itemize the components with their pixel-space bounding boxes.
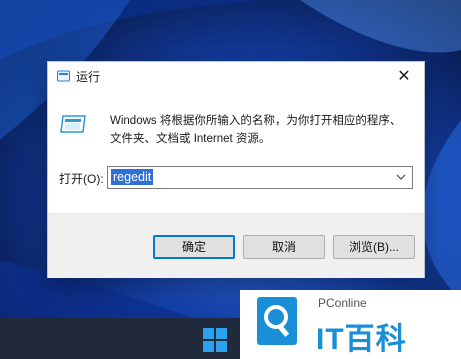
description-line-1: Windows 将根据你所输入的名称，为你打开相应的程序、 xyxy=(110,115,402,127)
windows-logo-icon[interactable] xyxy=(203,328,227,352)
run-dialog: 运行 ✕ Windows 将根据你所输入的名称，为你打开相应的程序、 文件夹、文… xyxy=(47,61,425,278)
open-label: 打开(O): xyxy=(59,172,104,186)
magnifier-logo-icon xyxy=(257,297,297,345)
watermark-title: IT百科 xyxy=(316,323,407,356)
dialog-footer: 确定 取消 浏览(B)... xyxy=(48,213,424,278)
run-icon xyxy=(60,115,86,133)
watermark-brand: PConline xyxy=(318,296,367,310)
ok-button[interactable]: 确定 xyxy=(153,235,235,259)
dialog-titlebar: 运行 ✕ xyxy=(48,62,424,90)
open-combobox[interactable]: regedit xyxy=(107,166,413,189)
chevron-down-icon[interactable] xyxy=(394,170,408,184)
browse-button[interactable]: 浏览(B)... xyxy=(333,235,415,259)
cancel-button[interactable]: 取消 xyxy=(243,235,325,259)
run-icon xyxy=(57,70,70,82)
close-icon[interactable]: ✕ xyxy=(386,62,422,90)
dialog-title: 运行 xyxy=(76,70,101,84)
open-input[interactable]: regedit xyxy=(111,169,154,185)
watermark: PConline IT百科 xyxy=(240,290,461,359)
description-line-2: 文件夹、文档或 Internet 资源。 xyxy=(110,133,271,145)
